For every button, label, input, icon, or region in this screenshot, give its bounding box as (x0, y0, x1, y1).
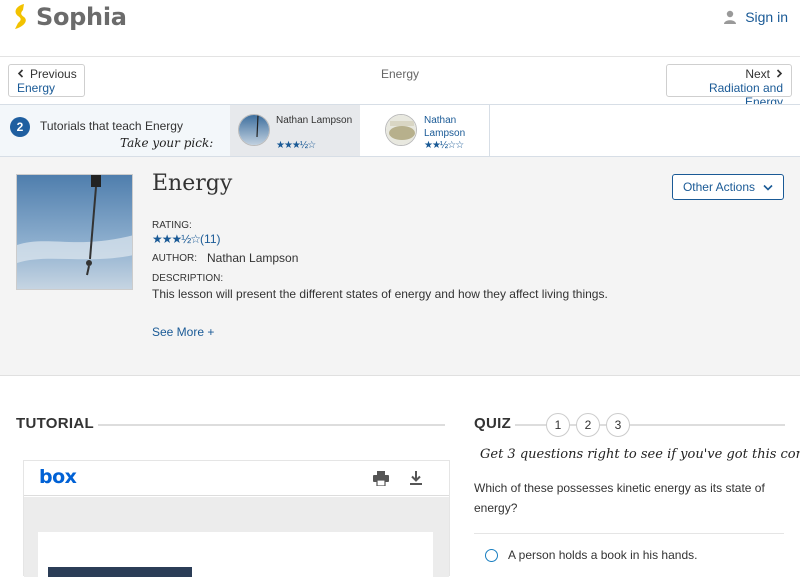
viewer-toolbar: box (24, 461, 449, 496)
lesson-thumbnail (16, 174, 133, 290)
author-label: AUTHOR: (152, 253, 197, 264)
tutorials-strip-text: Tutorials that teach Energy (40, 119, 183, 133)
sign-in-link[interactable]: Sign in (723, 9, 788, 25)
description-label: DESCRIPTION: (152, 273, 224, 284)
see-more-link[interactable]: See More + (152, 325, 214, 339)
quiz-question-2[interactable]: 2 (576, 413, 600, 437)
previous-target: Energy (17, 81, 56, 95)
tutorial-card-author: Nathan Lampson (276, 115, 353, 126)
tutorial-thumbnail (238, 114, 270, 146)
tutorial-card-author: Nathan Lampson (424, 115, 466, 139)
quiz-question-3[interactable]: 3 (606, 413, 630, 437)
quiz-tagline: Get 3 questions right to see if you've g… (480, 447, 800, 462)
tutorial-count-badge: 2 (10, 117, 30, 137)
next-label: Next (745, 67, 770, 81)
other-actions-label: Other Actions (682, 180, 756, 194)
lesson-detail: Energy Other Actions RATING: ★★★½☆(11) A… (0, 157, 800, 376)
tutorial-thumbnail (385, 114, 417, 146)
lesson-nav: Previous Energy Energy Next Radiation an… (0, 57, 800, 109)
radio-button[interactable] (485, 548, 498, 562)
sign-in-label: Sign in (745, 9, 788, 25)
sophia-logo-icon (15, 4, 26, 29)
rating-count[interactable]: (11) (200, 232, 220, 246)
sophia-logo[interactable]: Sophia (10, 3, 127, 31)
quiz-answer-text: A person holds a book in his hands. (508, 548, 698, 562)
lesson-title: Energy (152, 171, 233, 196)
viewer-canvas (24, 497, 449, 577)
rating-stars: ★★★½☆(11) (152, 232, 221, 246)
print-icon[interactable] (373, 471, 389, 491)
document-page (38, 532, 433, 577)
quiz-question-1[interactable]: 1 (546, 413, 570, 437)
divider (98, 424, 445, 426)
tutorials-strip: 2 Tutorials that teach Energy Take your … (0, 104, 800, 157)
lesson-description: This lesson will present the different s… (152, 287, 608, 301)
rating-label: RATING: (152, 220, 192, 231)
tutorials-strip-label: 2 Tutorials that teach Energy Take your … (0, 105, 230, 156)
tutorial-card[interactable]: Nathan Lampson ★★½☆☆ (360, 105, 490, 156)
quiz-heading: QUIZ (474, 415, 512, 432)
tutorial-card[interactable]: Nathan Lampson ★★★½☆ (230, 105, 360, 156)
document-viewer[interactable]: box (23, 460, 450, 577)
site-header: Sophia Sign in (0, 0, 800, 57)
next-button[interactable]: Next Radiation and Energy (666, 64, 792, 109)
tutorial-heading: TUTORIAL (16, 415, 94, 432)
other-actions-button[interactable]: Other Actions (672, 174, 784, 200)
quiz-answer-option[interactable]: A person holds a book in his hands. (474, 533, 784, 576)
box-logo: box (39, 466, 77, 488)
take-your-pick-label: Take your pick: (120, 136, 214, 150)
chevron-down-icon (763, 180, 773, 194)
rating-star-icons: ★★★½☆ (152, 232, 201, 246)
tutorial-card-stars: ★★★½☆ (276, 140, 316, 151)
quiz-question-text: Which of these possesses kinetic energy … (474, 481, 765, 515)
chevron-right-icon (776, 67, 783, 81)
user-icon (724, 10, 737, 24)
tutorial-card-stars: ★★½☆☆ (424, 140, 464, 151)
download-icon[interactable] (409, 470, 423, 491)
author-name: Nathan Lampson (207, 251, 299, 265)
brand-name: Sophia (36, 3, 127, 31)
